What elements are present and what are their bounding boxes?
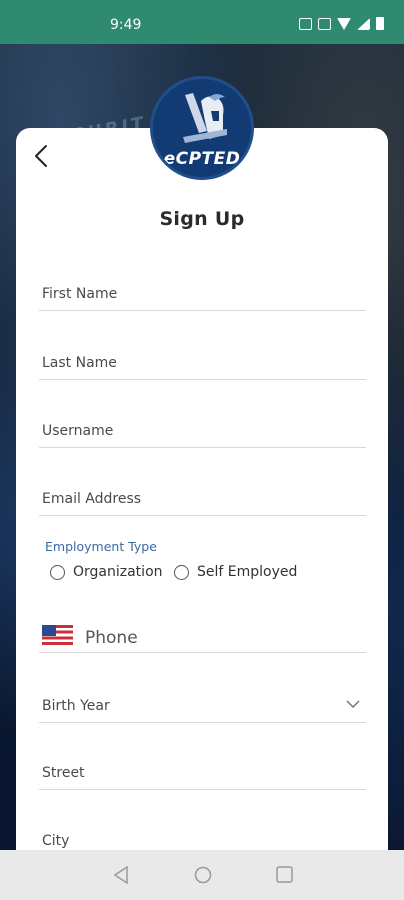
signal-icon: [357, 17, 370, 30]
street-placeholder: Street: [42, 765, 85, 781]
nav-recents-icon[interactable]: [276, 866, 293, 883]
city-placeholder: City: [42, 833, 70, 849]
chevron-down-icon: [346, 700, 360, 708]
status-time: 9:49: [110, 17, 142, 33]
last-name-field[interactable]: Last Name: [39, 343, 366, 380]
street-field[interactable]: Street: [39, 753, 366, 790]
first-name-field[interactable]: First Name: [39, 274, 366, 311]
spartan-helmet-icon: [183, 93, 227, 143]
email-placeholder: Email Address: [42, 491, 142, 507]
logo-text: eCPTED: [163, 149, 241, 169]
radio-circle-icon: [50, 564, 65, 580]
wifi-icon: [337, 17, 351, 30]
system-nav-bar: [0, 850, 404, 900]
notification-icon: [318, 17, 331, 30]
back-arrow-icon[interactable]: [30, 144, 54, 168]
first-name-placeholder: First Name: [42, 286, 118, 302]
nav-back-icon[interactable]: [113, 866, 129, 884]
email-field[interactable]: Email Address: [39, 479, 366, 516]
birth-year-select[interactable]: Birth Year: [39, 686, 366, 723]
status-icons: [299, 17, 384, 30]
radio-self-employed-label: Self Employed: [197, 564, 298, 580]
radio-self-employed[interactable]: Self Employed: [174, 564, 297, 580]
app-logo: eCPTED: [150, 76, 254, 180]
last-name-placeholder: Last Name: [42, 355, 117, 371]
radio-circle-icon: [174, 564, 189, 580]
username-placeholder: Username: [42, 423, 114, 439]
phone-field[interactable]: Phone: [39, 618, 366, 653]
briefcase-icon: [299, 17, 312, 30]
phone-placeholder: Phone: [85, 628, 138, 648]
radio-organization[interactable]: Organization: [50, 564, 163, 580]
employment-type-label: Employment Type: [45, 539, 157, 554]
us-flag-icon[interactable]: [42, 625, 73, 645]
status-bar: 9:49: [0, 0, 404, 44]
radio-organization-label: Organization: [73, 564, 163, 580]
page-title: Sign Up: [159, 208, 245, 230]
nav-home-icon[interactable]: [194, 866, 212, 884]
username-field[interactable]: Username: [39, 411, 366, 448]
birth-year-placeholder: Birth Year: [42, 698, 110, 714]
battery-icon: [376, 17, 384, 30]
